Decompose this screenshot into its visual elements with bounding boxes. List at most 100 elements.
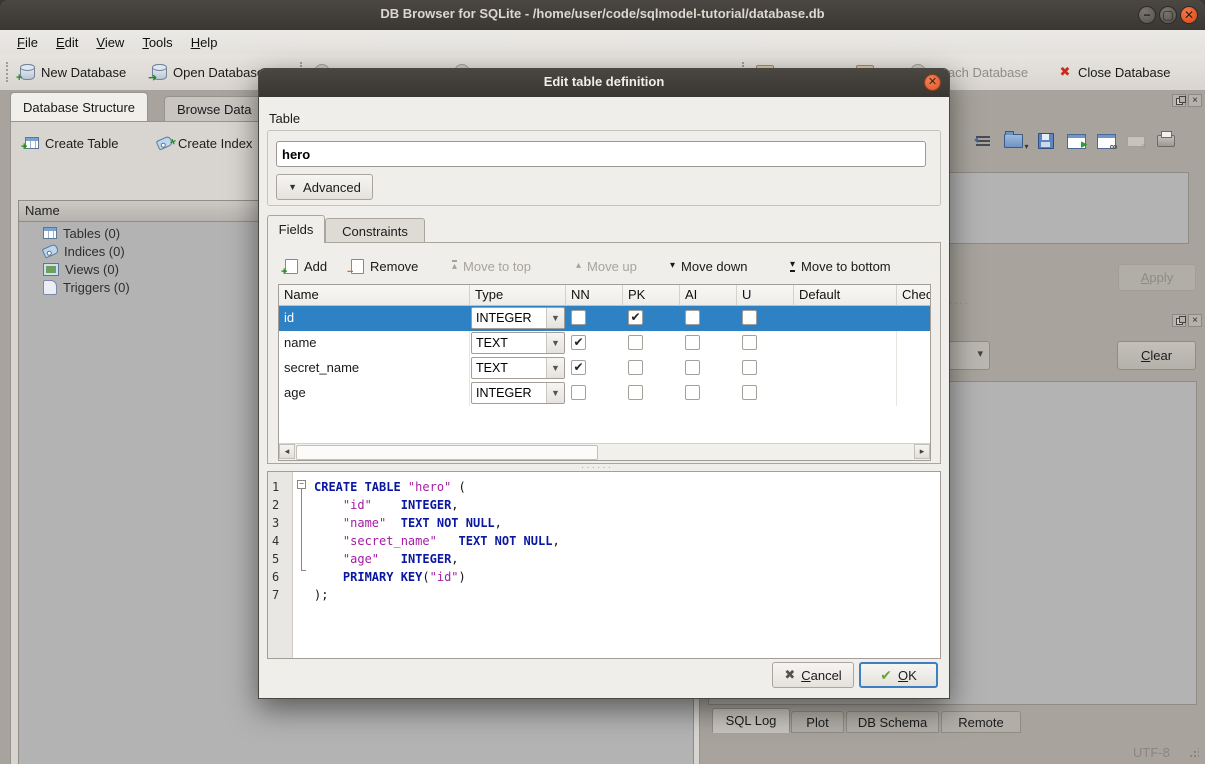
print-button[interactable]: [1153, 127, 1179, 155]
field-name-cell[interactable]: secret_name: [279, 356, 470, 381]
move-top-button[interactable]: ▴Move to top: [452, 252, 531, 280]
minimize-icon[interactable]: −: [1138, 6, 1156, 24]
ai-checkbox[interactable]: [685, 310, 700, 325]
field-name-cell[interactable]: name: [279, 331, 470, 356]
menu-edit[interactable]: Edit: [47, 32, 87, 53]
close-window-icon[interactable]: ✕: [1180, 6, 1198, 24]
column-header-nn[interactable]: NN: [566, 285, 623, 306]
type-combobox[interactable]: TEXT▼: [471, 332, 565, 354]
nn-checkbox[interactable]: [571, 385, 586, 400]
chevron-down-icon[interactable]: ▼: [546, 383, 564, 403]
nn-checkbox[interactable]: [571, 310, 586, 325]
move-bottom-button[interactable]: ▾Move to bottom: [790, 252, 891, 280]
tab-database-structure[interactable]: Database Structure: [10, 92, 148, 121]
move-down-button[interactable]: ▾Move down: [670, 252, 748, 280]
tab-constraints[interactable]: Constraints: [325, 218, 425, 243]
default-cell[interactable]: [794, 381, 897, 406]
apply-button[interactable]: Apply: [1118, 264, 1196, 291]
pk-checkbox[interactable]: [628, 335, 643, 350]
ok-button[interactable]: ✔ OK: [859, 662, 938, 688]
dock-float-button[interactable]: [1172, 94, 1186, 107]
ai-checkbox[interactable]: [685, 335, 700, 350]
field-row-secret_name[interactable]: secret_nameTEXT▼ ✔: [279, 356, 931, 381]
menu-tools[interactable]: Tools: [133, 32, 181, 53]
u-checkbox[interactable]: [742, 385, 757, 400]
menu-file[interactable]: File: [8, 32, 47, 53]
chevron-down-icon[interactable]: ▼: [546, 308, 564, 328]
column-header-pk[interactable]: PK: [623, 285, 680, 306]
nn-checkbox[interactable]: ✔: [571, 335, 586, 350]
code-fold-icon[interactable]: −: [297, 480, 306, 489]
tab-browse-data[interactable]: Browse Data: [164, 96, 264, 121]
type-combobox[interactable]: INTEGER▼: [471, 307, 565, 329]
import-file-button[interactable]: ▾: [1000, 127, 1026, 155]
column-header-ai[interactable]: AI: [680, 285, 737, 306]
nn-checkbox[interactable]: ✔: [571, 360, 586, 375]
field-row-name[interactable]: nameTEXT▼ ✔: [279, 331, 931, 356]
bottom-tab-remote[interactable]: Remote: [941, 711, 1021, 733]
export-file-button[interactable]: [1033, 127, 1059, 155]
check-cell[interactable]: [897, 381, 931, 406]
resize-grip[interactable]: [1189, 748, 1199, 758]
tab-fields[interactable]: Fields: [267, 215, 325, 243]
cancel-button[interactable]: ✖ Cancel: [772, 662, 854, 688]
maximize-icon[interactable]: ▢: [1159, 6, 1177, 24]
column-header-u[interactable]: U: [737, 285, 794, 306]
bottom-tab-sql-log[interactable]: SQL Log: [712, 708, 790, 733]
bottom-tab-db-schema[interactable]: DB Schema: [846, 711, 939, 733]
field-name-cell[interactable]: age: [279, 381, 470, 406]
menu-help[interactable]: Help: [182, 32, 227, 53]
ai-checkbox[interactable]: [685, 360, 700, 375]
default-cell[interactable]: [794, 306, 897, 331]
table-name-input[interactable]: [276, 141, 926, 167]
u-checkbox[interactable]: [742, 335, 757, 350]
column-header-type[interactable]: Type: [470, 285, 566, 306]
type-combobox[interactable]: INTEGER▼: [471, 382, 565, 404]
menu-view[interactable]: View: [87, 32, 133, 53]
dock-float-button[interactable]: [1172, 314, 1186, 327]
create-table-button[interactable]: + Create Table: [19, 130, 124, 156]
pk-checkbox[interactable]: [628, 385, 643, 400]
bottom-tab-plot[interactable]: Plot: [791, 711, 844, 733]
open-database-button[interactable]: ➜ Open Database: [146, 58, 270, 86]
close-database-button[interactable]: ✖ Close Database: [1052, 58, 1177, 86]
scroll-left-icon[interactable]: ◂: [279, 444, 295, 459]
move-up-button[interactable]: ▴Move up: [576, 252, 637, 280]
sql-preview[interactable]: 1234567 − CREATE TABLE "hero" ( "id" INT…: [267, 471, 941, 659]
check-cell[interactable]: [897, 331, 931, 356]
ai-checkbox[interactable]: [685, 385, 700, 400]
column-header-name[interactable]: Name: [279, 285, 470, 306]
link-button[interactable]: [1093, 127, 1119, 155]
column-header-default[interactable]: Default: [794, 285, 897, 306]
check-cell[interactable]: [897, 306, 931, 331]
field-row-id[interactable]: idINTEGER▼✔: [279, 306, 931, 331]
scrollbar-thumb[interactable]: [296, 445, 598, 460]
add-button[interactable]: Add: [285, 252, 327, 280]
advanced-button[interactable]: ▼ Advanced: [276, 174, 373, 200]
toolbar-handle[interactable]: [6, 62, 11, 82]
clear-button[interactable]: Clear: [1117, 341, 1196, 370]
field-row-age[interactable]: ageINTEGER▼: [279, 381, 931, 406]
default-cell[interactable]: [794, 356, 897, 381]
check-cell[interactable]: [897, 356, 931, 381]
chevron-down-icon[interactable]: ▼: [546, 333, 564, 353]
dialog-titlebar[interactable]: Edit table definition ✕: [259, 69, 949, 97]
column-header-check[interactable]: Check: [897, 285, 931, 306]
set-null-button[interactable]: [1123, 127, 1149, 155]
type-combobox[interactable]: TEXT▼: [471, 357, 565, 379]
execute-button[interactable]: [1063, 127, 1089, 155]
u-checkbox[interactable]: [742, 360, 757, 375]
dock-close-button[interactable]: ×: [1188, 314, 1202, 327]
remove-button[interactable]: Remove: [351, 252, 418, 280]
dialog-close-icon[interactable]: ✕: [924, 74, 941, 91]
create-index-button[interactable]: + Create Index: [151, 130, 258, 156]
u-checkbox[interactable]: [742, 310, 757, 325]
chevron-down-icon[interactable]: ▼: [546, 358, 564, 378]
field-name-cell[interactable]: id: [279, 306, 470, 331]
dock-close-button[interactable]: ×: [1188, 94, 1202, 107]
default-cell[interactable]: [794, 331, 897, 356]
new-database-button[interactable]: + New Database: [14, 58, 132, 86]
scroll-right-icon[interactable]: ▸: [914, 444, 930, 459]
format-text-button[interactable]: [970, 127, 996, 155]
horizontal-scrollbar[interactable]: ◂ ▸: [279, 443, 930, 460]
